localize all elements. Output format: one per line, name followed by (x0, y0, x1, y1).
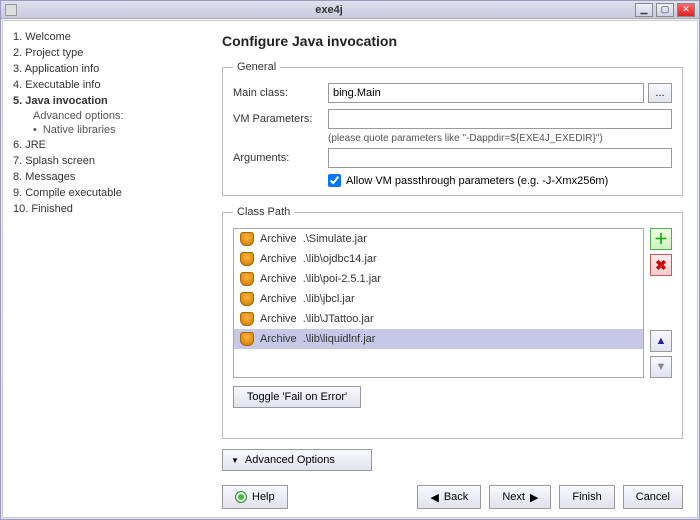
main-class-input[interactable] (328, 83, 644, 103)
step-jre[interactable]: 6. JRE (13, 137, 198, 153)
classpath-buttons: ＋ ✖ ▲ ▼ (650, 228, 672, 378)
minimize-button[interactable]: ▁ (635, 3, 653, 17)
step-java-invocation[interactable]: 5. Java invocation (13, 93, 198, 109)
archive-icon (240, 312, 254, 326)
maximize-button[interactable]: ▢ (656, 3, 674, 17)
help-icon (235, 491, 247, 503)
classpath-item[interactable]: Archive .\lib\jbcl.jar (234, 289, 643, 309)
classpath-item-type: Archive (260, 293, 297, 305)
step-finished[interactable]: 10. Finished (13, 201, 198, 217)
app-icon (5, 4, 17, 16)
archive-icon (240, 232, 254, 246)
classpath-remove-button[interactable]: ✖ (650, 254, 672, 276)
classpath-item[interactable]: Archive .\lib\poi-2.5.1.jar (234, 269, 643, 289)
finish-button[interactable]: Finish (559, 485, 614, 509)
classpath-group: Class Path Archive .\Simulate.jar Archiv… (222, 206, 683, 439)
step-list: 1. Welcome 2. Project type 3. Applicatio… (13, 29, 198, 217)
arrow-right-icon: ▶ (530, 491, 538, 504)
finish-label: Finish (572, 491, 601, 503)
step-welcome[interactable]: 1. Welcome (13, 29, 198, 45)
app-window: exe4j ▁ ▢ ✕ 1. Welcome 2. Project type 3… (0, 0, 700, 520)
step-project-type[interactable]: 2. Project type (13, 45, 198, 61)
vm-params-label: VM Parameters: (233, 113, 328, 125)
next-label: Next (502, 491, 525, 503)
next-button[interactable]: Next ▶ (489, 485, 551, 509)
classpath-item[interactable]: Archive .\lib\JTattoo.jar (234, 309, 643, 329)
classpath-item-path: .\lib\JTattoo.jar (303, 313, 374, 325)
classpath-list[interactable]: Archive .\Simulate.jar Archive .\lib\ojd… (233, 228, 644, 378)
advanced-options-button[interactable]: ▼ Advanced Options (222, 449, 372, 471)
classpath-body: Archive .\Simulate.jar Archive .\lib\ojd… (233, 228, 672, 378)
classpath-item[interactable]: Archive .\Simulate.jar (234, 229, 643, 249)
classpath-item-path: .\lib\liquidlnf.jar (303, 333, 376, 345)
classpath-add-button[interactable]: ＋ (650, 228, 672, 250)
step-compile-executable[interactable]: 9. Compile executable (13, 185, 198, 201)
classpath-item-path: .\lib\poi-2.5.1.jar (303, 273, 381, 285)
toggle-fail-on-error-button[interactable]: Toggle 'Fail on Error' (233, 386, 361, 408)
step-application-info[interactable]: 3. Application info (13, 61, 198, 77)
arguments-label: Arguments: (233, 152, 328, 164)
archive-icon (240, 272, 254, 286)
classpath-item-type: Archive (260, 273, 297, 285)
advanced-options-sublabel: Advanced options: (33, 109, 198, 123)
general-group: General Main class: ... VM Parameters: (… (222, 61, 683, 196)
allow-passthrough-label: Allow VM passthrough parameters (e.g. -J… (346, 175, 608, 187)
step-messages[interactable]: 8. Messages (13, 169, 198, 185)
vm-params-row: VM Parameters: (233, 109, 672, 129)
titlebar: exe4j ▁ ▢ ✕ (1, 1, 699, 19)
help-button[interactable]: Help (222, 485, 288, 509)
arrow-left-icon: ◀ (430, 491, 438, 504)
chevron-down-icon: ▼ (231, 456, 239, 465)
classpath-item[interactable]: Archive .\lib\liquidlnf.jar (234, 329, 643, 349)
allow-passthrough-checkbox[interactable] (328, 174, 341, 187)
passthrough-row: Allow VM passthrough parameters (e.g. -J… (328, 174, 672, 187)
classpath-move-up-button[interactable]: ▲ (650, 330, 672, 352)
classpath-legend: Class Path (233, 206, 294, 218)
archive-icon (240, 252, 254, 266)
advanced-options-label: Advanced Options (245, 454, 335, 466)
wizard-sidebar: 1. Welcome 2. Project type 3. Applicatio… (3, 21, 208, 517)
main-class-row: Main class: ... (233, 83, 672, 103)
archive-icon (240, 332, 254, 346)
window-controls: ▁ ▢ ✕ (635, 3, 695, 17)
classpath-item[interactable]: Archive .\lib\ojdbc14.jar (234, 249, 643, 269)
back-button[interactable]: ◀ Back (417, 485, 481, 509)
general-legend: General (233, 61, 280, 73)
main-panel: Configure Java invocation General Main c… (208, 21, 697, 517)
vm-params-input[interactable] (328, 109, 672, 129)
wizard-footer: Help ◀ Back Next ▶ Finish Cancel (222, 479, 683, 509)
arguments-row: Arguments: (233, 148, 672, 168)
classpath-item-type: Archive (260, 253, 297, 265)
page-title: Configure Java invocation (222, 33, 683, 49)
cancel-button[interactable]: Cancel (623, 485, 683, 509)
classpath-item-path: .\lib\jbcl.jar (303, 293, 355, 305)
cancel-label: Cancel (636, 491, 670, 503)
step-executable-info[interactable]: 4. Executable info (13, 77, 198, 93)
window-title: exe4j (23, 4, 635, 16)
help-label: Help (252, 491, 275, 503)
vm-params-hint: (please quote parameters like "-Dappdir=… (328, 133, 672, 144)
arguments-input[interactable] (328, 148, 672, 168)
back-label: Back (444, 491, 468, 503)
window-body: 1. Welcome 2. Project type 3. Applicatio… (2, 20, 698, 518)
classpath-item-type: Archive (260, 313, 297, 325)
subitem-native-libraries[interactable]: Native libraries (33, 123, 198, 137)
classpath-item-path: .\lib\ojdbc14.jar (303, 253, 377, 265)
classpath-item-type: Archive (260, 333, 297, 345)
step-splash-screen[interactable]: 7. Splash screen (13, 153, 198, 169)
close-button[interactable]: ✕ (677, 3, 695, 17)
classpath-item-path: .\Simulate.jar (303, 233, 367, 245)
main-class-label: Main class: (233, 87, 328, 99)
main-class-browse-button[interactable]: ... (648, 83, 672, 103)
classpath-item-type: Archive (260, 233, 297, 245)
classpath-move-down-button[interactable]: ▼ (650, 356, 672, 378)
archive-icon (240, 292, 254, 306)
